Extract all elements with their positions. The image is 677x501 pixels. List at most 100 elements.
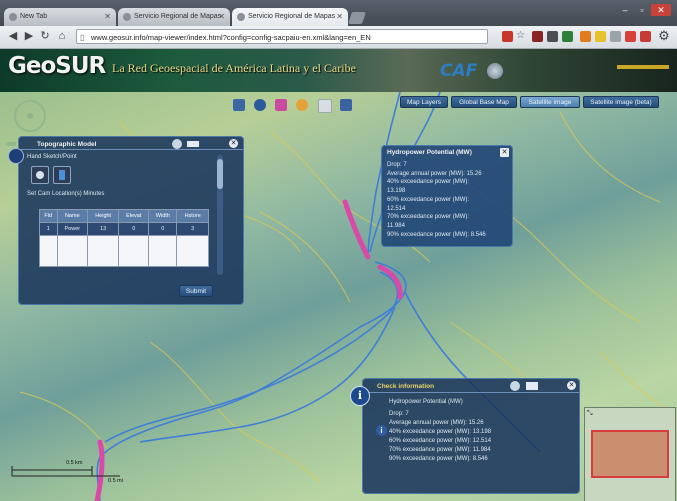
page-icon [9,13,17,21]
pan-control[interactable] [14,100,46,132]
hydropower-popup: Hydropower Potential (MW) ✕ Drop: 7 Aver… [381,145,513,247]
close-tab-icon[interactable]: ✕ [218,8,225,26]
tab-new-tab[interactable]: New Tab ✕ [4,8,116,26]
topographic-model-panel: Topographic Model ✕ Hand Sketch/Point Se… [18,136,244,305]
table-header-row: Fld Name Height Elevat Width Hstore [39,209,209,223]
column-header: Width [148,209,178,223]
scrollbar-thumb[interactable] [217,159,223,189]
tab-servicio-2[interactable]: Servicio Regional de Mapas ✕ [232,8,348,26]
extension-icon[interactable] [640,31,651,42]
satellite-image-button[interactable]: Satellite image [520,96,580,108]
overview-extent-box[interactable] [591,430,669,478]
globe-icon [237,13,245,21]
minimize-panel-icon[interactable] [526,382,538,390]
scale-km-label: 0.5 km [66,460,83,466]
close-window-button[interactable]: ✕ [651,4,671,16]
results-table: Fld Name Height Elevat Width Hstore 1 Po… [39,209,209,267]
popup-line: 60% exceedance power (MW): [387,196,470,203]
panel-scrollbar[interactable] [217,155,223,275]
check-information-panel: Check information ✕ Hydropower Potential… [362,378,580,494]
close-tab-icon[interactable]: ✕ [336,8,343,26]
close-tab-icon[interactable]: ✕ [104,8,111,26]
submit-button[interactable]: Submit [179,285,213,297]
table-cell: 0 [118,222,150,236]
table: Fld Name Height Elevat Width Hstore 1 Po… [39,209,209,267]
close-panel-icon[interactable]: ✕ [567,381,576,390]
panel-divider [19,149,243,150]
global-base-map-button[interactable]: Global Base Map [451,96,517,108]
info-line: 90% exceedance power (MW): 8.546 [389,456,488,462]
reload-icon[interactable]: ↻ [38,29,52,43]
measure-icon[interactable] [296,99,308,111]
help-icon[interactable] [172,139,182,149]
pan-center-icon[interactable] [27,113,33,119]
home-icon[interactable]: ⌂ [55,29,69,43]
info-icon[interactable] [254,99,266,111]
tab-label: Servicio Regional de Mapas [248,13,336,20]
caf-logo: CAF [440,61,478,81]
popup-line: 90% exceedance power (MW): 8.546 [387,231,486,238]
rss-icon[interactable] [580,31,591,42]
popup-line: Drop: 7 [387,162,407,168]
site-header: GeoSUR La Red Geoespacial de América Lat… [0,49,677,92]
minimize-button[interactable]: – [617,4,633,16]
tab-label: New Tab [20,13,48,20]
check-lines: Drop: 7 Average annual power (MW): 15.26… [389,410,491,464]
extension-icon[interactable] [562,31,573,42]
map-layers-button[interactable]: Map Layers [400,96,448,108]
column-header: Fld [39,209,58,223]
point-icon [36,171,44,179]
zoom-control[interactable] [6,142,16,146]
info-line: 70% exceedance power (MW): 11.984 [389,447,491,453]
info-marker-icon[interactable]: i [350,386,370,406]
maximize-button[interactable]: ▫ [634,4,650,16]
forward-icon[interactable]: ▶ [22,29,36,43]
adblock-icon[interactable] [502,31,513,42]
wrench-menu-icon[interactable]: ⚙ [657,29,671,43]
close-panel-icon[interactable]: ✕ [229,139,238,148]
info-line: 60% exceedance power (MW): 12.514 [389,438,492,444]
document-icon[interactable] [318,99,332,113]
browser-tab-strip: New Tab ✕ Servicio Regional de Mapas ✕ S… [0,0,677,26]
map-view[interactable]: 0.5 km 0.5 mi Map Layers Global Base Map… [0,92,677,501]
table-cell: 0 [148,222,178,236]
draw-icon[interactable] [275,99,287,111]
settings-icon[interactable] [340,99,352,111]
sketch-tool-button[interactable] [53,166,71,184]
popup-line: 70% exceedance power (MW): [387,214,470,221]
back-icon[interactable]: ◀ [6,29,20,43]
overview-map[interactable]: ⤡ [584,407,676,501]
popup-line: 13.198 [387,188,406,195]
popup-lines: Drop: 7 Average annual power (MW): 15.26… [387,161,486,239]
new-tab-button[interactable] [348,12,366,24]
table-cell: Power [56,222,89,236]
address-bar[interactable]: ▯ www.geosur.info/map-viewer/index.html?… [76,29,488,44]
gmail-icon[interactable] [625,31,636,42]
minimize-panel-icon[interactable] [187,141,199,147]
table-row[interactable]: 1 Power 13 0 0 3 [39,222,209,236]
extension-icon[interactable] [547,31,558,42]
tab-label: Servicio Regional de Mapas [134,13,222,20]
satellite-image-beta-button[interactable]: Satellite image (beta) [583,96,659,108]
column-header: Name [56,209,89,223]
table-cell: 1 [39,222,58,236]
popup-title: Hydropower Potential (MW) [387,149,472,156]
url-text: www.geosur.info/map-viewer/index.html?co… [91,33,371,42]
print-icon[interactable] [233,99,245,111]
set-location-label: Set Cam Location(s) Minutes [27,191,105,197]
check-subtitle: Hydropower Potential (MW) [389,399,463,405]
point-tool-button[interactable] [31,166,49,184]
pencil-icon [59,170,65,180]
panel-title: Check information [377,383,435,390]
close-popup-icon[interactable]: ✕ [500,148,509,157]
help-icon[interactable] [510,381,520,391]
tab-servicio-1[interactable]: Servicio Regional de Mapas ✕ [118,8,230,26]
extension-icon[interactable] [610,31,621,42]
globe-icon [123,13,131,21]
popup-line: 40% exceedance power (MW): [387,179,470,186]
bookmark-star-icon[interactable]: ☆ [516,30,525,41]
extension-icon[interactable] [532,31,543,42]
extension-icon[interactable] [595,31,606,42]
info-icon[interactable]: i [376,425,387,436]
collapse-overview-icon[interactable]: ⤡ [587,410,597,418]
